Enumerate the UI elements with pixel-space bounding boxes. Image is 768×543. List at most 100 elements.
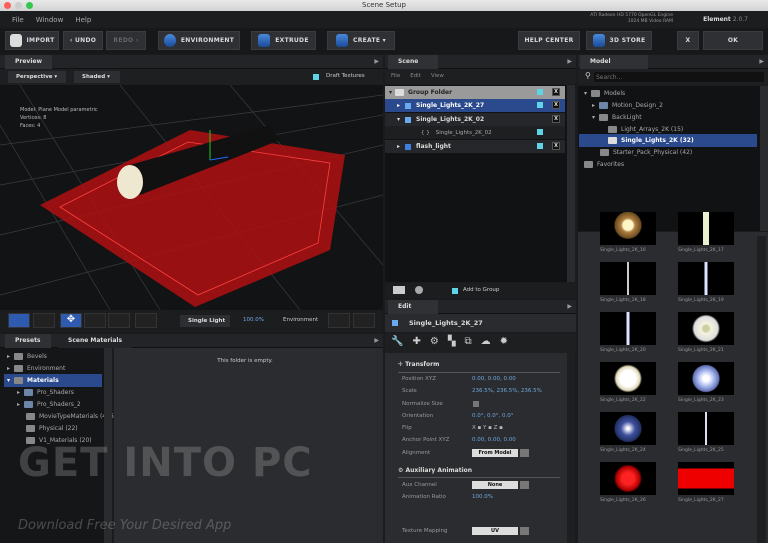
scene-item[interactable]: { } Single_Lights_2K_02: [385, 126, 565, 139]
model-thumbnail[interactable]: [600, 412, 656, 445]
create-button[interactable]: CREATE ▾: [327, 31, 395, 50]
model-thumbnail[interactable]: [600, 462, 656, 495]
wrench-icon[interactable]: 🔧: [391, 336, 403, 350]
camera-dropdown[interactable]: Perspective ▾: [8, 71, 66, 83]
transform-section[interactable]: ✛ Transform: [398, 361, 439, 368]
model-thumbnail[interactable]: [678, 312, 734, 345]
zoom-window-icon[interactable]: [26, 2, 33, 9]
rotate-tool[interactable]: [84, 313, 106, 328]
3d-store-button[interactable]: 3D STORE: [586, 31, 652, 50]
material-icon[interactable]: ▚: [448, 336, 456, 350]
flip-checkboxes[interactable]: X ▪ Y ▪ Z ▪: [472, 425, 503, 431]
orientation-value[interactable]: 0.0°, 0.0°, 0.0°: [472, 413, 513, 419]
zoom-level[interactable]: 100.0%: [243, 317, 264, 323]
ok-button[interactable]: OK: [703, 31, 763, 50]
copy-icon[interactable]: ⧉: [465, 336, 472, 350]
import-button[interactable]: IMPORT: [5, 31, 59, 50]
axis-tool[interactable]: [135, 313, 157, 328]
visibility-toggle[interactable]: [537, 143, 543, 149]
help-center-button[interactable]: HELP CENTER: [518, 31, 580, 50]
scene-scrollbar[interactable]: [567, 85, 575, 282]
scale-tool[interactable]: [108, 313, 130, 328]
texture-mapping-label: Texture Mapping: [402, 528, 448, 534]
animation-icon[interactable]: ⚙: [430, 336, 439, 350]
model-thumbnail[interactable]: [600, 262, 656, 295]
model-thumbnail[interactable]: [678, 462, 734, 495]
model-thumbnail[interactable]: [600, 212, 656, 245]
deform-icon[interactable]: ☁: [481, 336, 491, 350]
position-value[interactable]: 0.00, 0.00, 0.00: [472, 376, 516, 382]
lock-toggle[interactable]: X: [552, 101, 560, 109]
visibility-toggle[interactable]: [537, 129, 543, 135]
ratio-value[interactable]: 100.0%: [472, 494, 493, 500]
scene-item-selected[interactable]: ▸ Single_Lights_2K_27 X: [385, 99, 565, 112]
close-window-icon[interactable]: [4, 2, 11, 9]
select-tool[interactable]: [33, 313, 55, 328]
light-mode-dropdown[interactable]: Single Light: [180, 315, 230, 327]
aux-channel-dropdown[interactable]: None: [472, 481, 529, 489]
model-thumbnail[interactable]: [678, 412, 734, 445]
lock-toggle[interactable]: X: [552, 142, 560, 150]
render-tool[interactable]: [328, 313, 350, 328]
camera-tool[interactable]: [8, 313, 30, 328]
anchor-value[interactable]: 0.00, 0.00, 0.00: [472, 437, 516, 443]
collapse-arrow-icon[interactable]: ▶: [567, 58, 572, 65]
display-tool[interactable]: [353, 313, 375, 328]
browser-tree-scrollbar[interactable]: [760, 86, 768, 231]
new-folder-icon[interactable]: [393, 286, 405, 294]
model-thumbnail[interactable]: [678, 262, 734, 295]
menu-help[interactable]: Help: [75, 16, 91, 24]
minimize-window-icon[interactable]: [15, 2, 22, 9]
collapse-arrow-icon[interactable]: ▶: [374, 58, 379, 65]
menu-file[interactable]: File: [12, 16, 24, 24]
scene-menu-edit[interactable]: Edit: [410, 73, 421, 80]
tab-preview[interactable]: Preview: [5, 55, 53, 69]
sphere-icon[interactable]: [415, 286, 423, 294]
model-thumbnail[interactable]: [678, 212, 734, 245]
collapse-arrow-icon[interactable]: ▶: [374, 337, 379, 344]
cancel-button[interactable]: X: [677, 31, 699, 50]
tab-edit[interactable]: Edit: [388, 300, 438, 314]
normalize-checkbox[interactable]: [473, 401, 479, 407]
collapse-arrow-icon[interactable]: ▶: [759, 58, 764, 65]
shading-dropdown[interactable]: Shaded ▾: [74, 71, 120, 83]
edit-scrollbar[interactable]: [567, 353, 575, 543]
settings-icon[interactable]: ✹: [500, 336, 508, 350]
lock-toggle[interactable]: X: [552, 88, 560, 96]
tab-scene[interactable]: Scene: [388, 55, 438, 69]
aux-animation-section[interactable]: ⚙ Auxiliary Animation: [398, 467, 472, 474]
draft-textures-checkbox[interactable]: [313, 74, 319, 80]
search-input[interactable]: [594, 72, 764, 82]
model-thumbnail[interactable]: [678, 362, 734, 395]
scale-value[interactable]: 236.5%, 236.5%, 236.5%: [472, 388, 542, 394]
redo-button[interactable]: REDO ›: [106, 31, 146, 50]
visibility-toggle[interactable]: [537, 102, 543, 108]
move-tool[interactable]: ✥: [60, 313, 82, 328]
undo-button[interactable]: ‹ UNDO: [63, 31, 103, 50]
model-icon: [405, 143, 412, 150]
scene-item-group-folder[interactable]: ▾ Group Folder X: [385, 86, 565, 99]
environment-button[interactable]: ENVIRONMENT: [158, 31, 240, 50]
lock-toggle[interactable]: X: [552, 115, 560, 123]
extrude-button[interactable]: EXTRUDE: [251, 31, 316, 50]
tree-item[interactable]: Favorites: [584, 158, 624, 171]
model-thumbnail[interactable]: [600, 312, 656, 345]
scene-item[interactable]: ▸ flash_light X: [385, 140, 565, 153]
thumbnail-scrollbar[interactable]: [757, 236, 766, 543]
tab-scene-materials[interactable]: Scene Materials: [58, 334, 133, 348]
add-to-group-checkbox[interactable]: [452, 288, 458, 294]
visibility-toggle[interactable]: [537, 89, 543, 95]
collapse-arrow-icon[interactable]: ▶: [567, 303, 572, 310]
model-thumbnail[interactable]: [600, 362, 656, 395]
alignment-dropdown[interactable]: From Model: [472, 449, 529, 457]
scene-menu-view[interactable]: View: [431, 73, 444, 80]
texture-mapping-dropdown[interactable]: UV: [472, 527, 529, 535]
scene-menu-file[interactable]: File: [391, 73, 400, 80]
viewport[interactable]: Model: Plane Model parametric Vertices: …: [0, 85, 383, 310]
scene-item[interactable]: ▾ Single_Lights_2K_02 X: [385, 113, 565, 126]
tab-model-browser[interactable]: Model Browser: [580, 55, 648, 79]
menu-window[interactable]: Window: [36, 16, 64, 24]
tab-presets[interactable]: Presets: [5, 334, 51, 348]
transform-icon[interactable]: ✚: [412, 336, 420, 350]
content-scrollbar[interactable]: [376, 348, 383, 543]
